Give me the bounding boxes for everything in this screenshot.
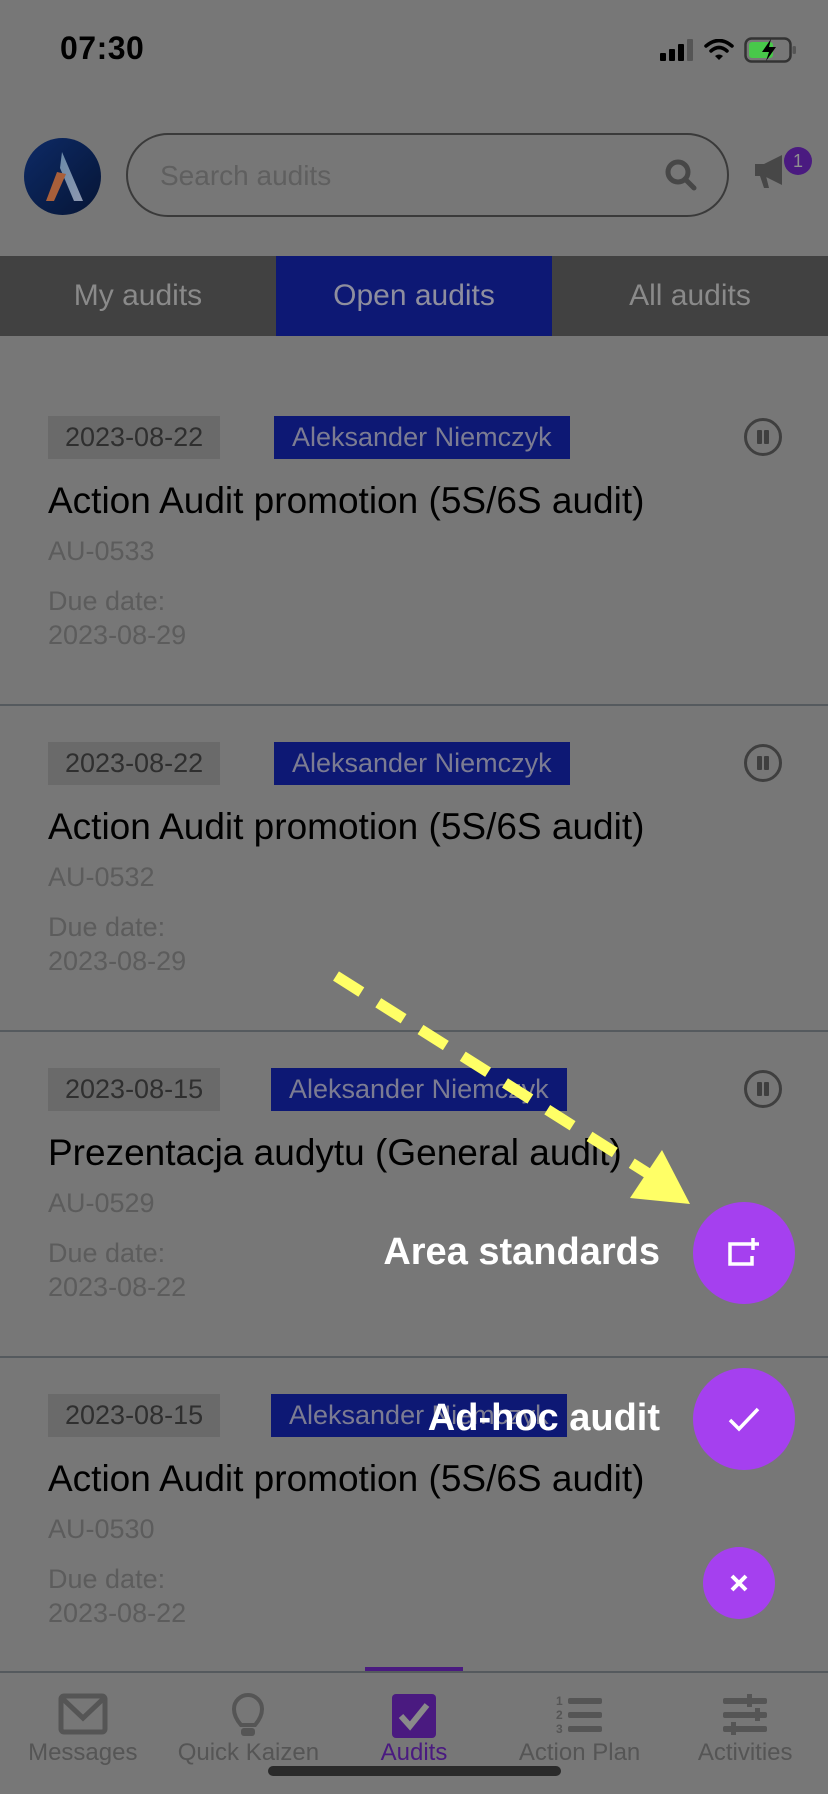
checkbox-icon	[391, 1694, 436, 1738]
svg-text:1: 1	[556, 1694, 563, 1708]
close-fab-button[interactable]	[703, 1547, 775, 1619]
nav-label: Audits	[380, 1739, 448, 1766]
annotation-arrow	[333, 971, 690, 1204]
svg-text:2: 2	[556, 1708, 563, 1722]
sliders-icon	[723, 1694, 768, 1735]
nav-label: Quick Kaizen	[177, 1739, 320, 1766]
fab-label-area-standards[interactable]: Area standards	[383, 1231, 660, 1274]
ad-hoc-audit-button[interactable]	[693, 1368, 795, 1470]
nav-label: Action Plan	[518, 1739, 641, 1766]
nav-label: Messages	[28, 1739, 138, 1766]
home-indicator[interactable]	[268, 1766, 561, 1776]
area-standards-button[interactable]	[693, 1202, 795, 1304]
numbered-list-icon: 1 2 3	[556, 1694, 602, 1735]
add-area-icon	[728, 1238, 759, 1266]
lightbulb-icon	[232, 1693, 265, 1736]
check-icon	[728, 1407, 760, 1432]
close-icon	[730, 1574, 748, 1592]
nav-messages[interactable]: Messages	[0, 1673, 166, 1794]
fab-label-ad-hoc-audit[interactable]: Ad-hoc audit	[428, 1397, 660, 1440]
svg-text:3: 3	[556, 1722, 563, 1735]
nav-label: Activities	[697, 1739, 793, 1766]
arrow-head	[630, 1150, 690, 1204]
nav-activities[interactable]: Activities	[662, 1673, 828, 1794]
mail-icon	[58, 1693, 108, 1735]
